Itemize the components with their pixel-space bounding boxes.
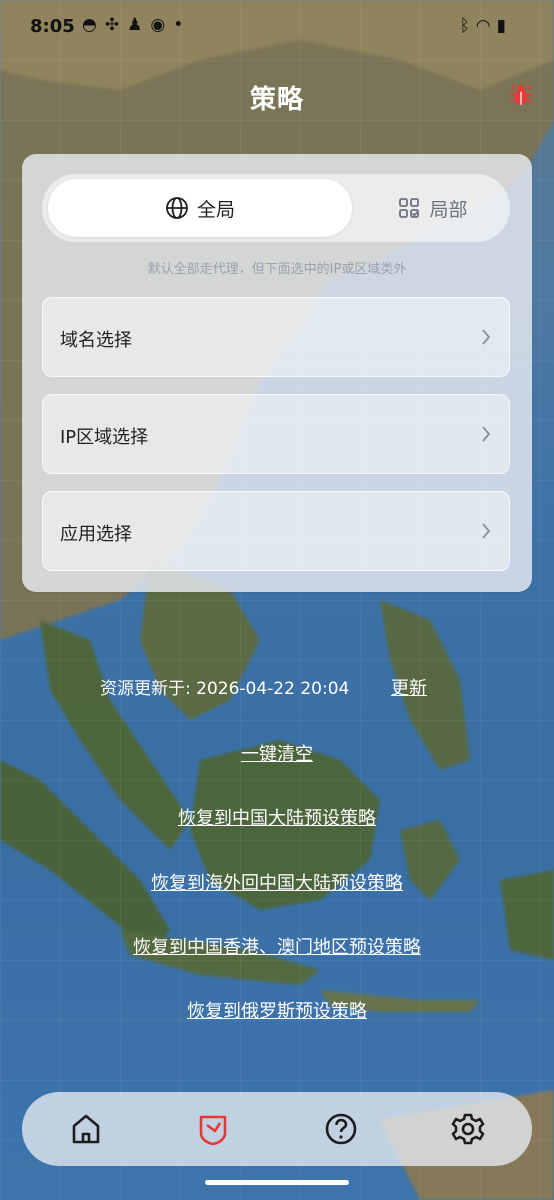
bluetooth-icon: ᛒ [459, 16, 476, 36]
status-right-icons: ᛒ◠▮ [460, 16, 512, 36]
domain-select-row[interactable]: 域名选择 [42, 297, 510, 377]
row-label: 应用选择 [60, 524, 132, 545]
status-time: 8:05 [30, 16, 75, 37]
row-label: 域名选择 [60, 330, 132, 351]
app-select-row[interactable]: 应用选择 [42, 491, 510, 571]
tab-global-label: 全局 [196, 198, 235, 221]
resource-updated-text: 资源更新于: 2026-04-22 20:04 [100, 679, 350, 699]
page-title: 策略 [249, 85, 304, 115]
ip-region-select-row[interactable]: IP区域选择 [42, 394, 510, 474]
weibo-icon: ◉ [150, 15, 174, 35]
mode-toggle: 全局 局部 [42, 174, 510, 242]
clear-all-link[interactable]: 一键清空 [0, 740, 554, 766]
tab-local[interactable]: 局部 [360, 179, 505, 237]
battery-icon: ▮ [496, 16, 512, 36]
home-icon[interactable] [68, 1111, 104, 1147]
settings-icon[interactable] [450, 1111, 486, 1147]
keyhole-icon: ♟ [127, 15, 151, 35]
shield-icon[interactable] [195, 1111, 231, 1147]
bug-icon[interactable] [508, 82, 534, 108]
grid-check-icon [399, 198, 420, 218]
update-link[interactable]: 更新 [391, 674, 427, 700]
fan-icon: ✣ [104, 15, 128, 35]
status-bar: 8:05 ◓✣♟◉• ᛒ◠▮ [0, 0, 554, 56]
wifi-icon: ◠ [475, 16, 497, 36]
home-indicator[interactable] [205, 1180, 349, 1185]
row-label: IP区域选择 [60, 427, 149, 448]
status-left-icons: ◓✣♟◉• [82, 15, 191, 35]
strategy-panel: 全局 局部 默认全部走代理，但下面选中的IP或区域类外 域名选择 IP区域选择 … [22, 154, 532, 592]
globe-icon [166, 197, 188, 219]
mode-hint: 默认全部走代理，但下面选中的IP或区域类外 [147, 262, 407, 277]
restore-hk-macau-link[interactable]: 恢复到中国香港、澳门地区预设策略 [0, 933, 554, 959]
tab-global[interactable]: 全局 [48, 179, 352, 237]
restore-overseas-to-mainland-link[interactable]: 恢复到海外回中国大陆预设策略 [0, 869, 554, 895]
bowl-icon: ◓ [82, 15, 105, 35]
restore-mainland-link[interactable]: 恢复到中国大陆预设策略 [0, 804, 554, 830]
help-icon[interactable] [323, 1111, 359, 1147]
chevron-right-icon [482, 523, 491, 539]
bottom-nav [22, 1092, 532, 1166]
chevron-right-icon [482, 329, 491, 345]
restore-russia-link[interactable]: 恢复到俄罗斯预设策略 [0, 997, 554, 1023]
dot-icon: • [173, 15, 192, 35]
chevron-right-icon [482, 426, 491, 442]
tab-local-label: 局部 [429, 198, 468, 221]
